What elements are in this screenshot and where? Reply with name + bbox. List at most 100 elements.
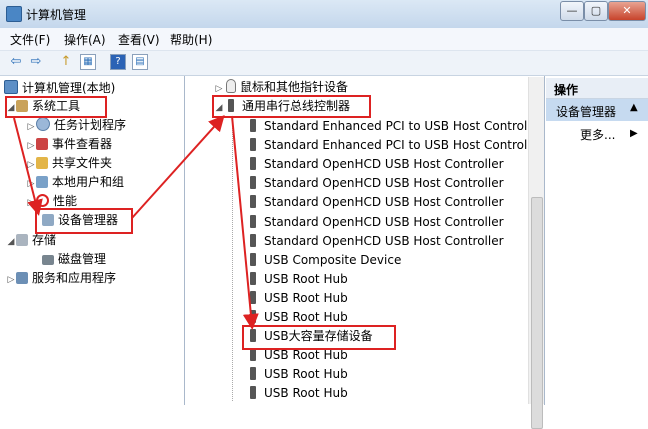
device-item-usb[interactable]: Standard Enhanced PCI to USB Host Contro… [246, 117, 543, 136]
minimize-button[interactable]: — [560, 1, 584, 21]
actions-section-device-manager[interactable]: 设备管理器 ▲ [546, 99, 648, 121]
usb-device-icon [250, 214, 256, 228]
device-item-usb[interactable]: Standard OpenHCD USB Host Controller [246, 193, 504, 212]
device-label: Standard OpenHCD USB Host Controller [264, 233, 504, 248]
disk-icon [42, 255, 54, 265]
device-label: USB Root Hub [264, 271, 348, 286]
tree-label: 服务和应用程序 [32, 271, 117, 285]
usb-device-icon [250, 138, 256, 152]
actions-header: 操作 [546, 78, 648, 99]
usb-device-icon [250, 176, 256, 190]
action-pane-icon[interactable]: ▤ [132, 54, 148, 70]
actions-pane: 操作 设备管理器 ▲ 更多... ▶ [546, 76, 648, 405]
collapse-up-icon[interactable]: ▲ [630, 102, 638, 113]
device-label: USB Root Hub [264, 348, 348, 363]
tree-label: 本地用户和组 [52, 175, 125, 189]
menu-file[interactable]: 文件(F) [10, 31, 50, 48]
tree-label: 计算机管理(本地) [22, 81, 116, 95]
action-more[interactable]: 更多... [580, 126, 615, 143]
tree-item-local-users[interactable]: ▷ 本地用户和组 [26, 173, 124, 192]
device-item-usb[interactable]: Standard OpenHCD USB Host Controller [246, 232, 504, 251]
tree-label: 任务计划程序 [54, 118, 127, 132]
tree-label: 共享文件夹 [52, 156, 113, 170]
device-label: Standard OpenHCD USB Host Controller [264, 214, 504, 229]
tree-label: 存储 [32, 233, 57, 247]
help-icon[interactable]: ? [110, 54, 126, 70]
users-icon [36, 176, 48, 188]
device-item-usb[interactable]: Standard OpenHCD USB Host Controller [246, 174, 504, 193]
event-viewer-icon [36, 138, 48, 150]
expand-arrow-icon[interactable]: ▷ [6, 271, 16, 290]
usb-device-icon [250, 310, 256, 323]
title-bar: 计算机管理 — ▢ ✕ [0, 0, 648, 28]
tree-connector-line [232, 116, 233, 401]
device-label: Standard OpenHCD USB Host Controller [264, 195, 504, 210]
menu-help[interactable]: 帮助(H) [170, 31, 212, 48]
actions-title: 操作 [554, 83, 579, 97]
device-item-usb[interactable]: USB Root Hub [246, 365, 348, 384]
usb-device-icon [250, 348, 256, 362]
device-label: Standard OpenHCD USB Host Controller [264, 157, 504, 172]
device-label: USB Root Hub [264, 367, 348, 382]
submenu-arrow-icon[interactable]: ▶ [630, 128, 638, 139]
usb-device-icon [250, 367, 256, 381]
device-item-usb[interactable]: Standard OpenHCD USB Host Controller [246, 155, 504, 174]
scrollbar-thumb[interactable] [531, 197, 543, 429]
usb-device-icon [250, 386, 256, 400]
tree-label: 磁盘管理 [58, 252, 107, 266]
usb-device-icon [250, 157, 256, 171]
menu-bar: 文件(F) 操作(A) 查看(V) 帮助(H) [0, 28, 648, 51]
tree-item-services-apps[interactable]: ▷ 服务和应用程序 [6, 269, 116, 288]
device-item-usb[interactable]: USB Composite Device [246, 251, 401, 270]
tree-label: 性能 [53, 194, 78, 208]
forward-icon[interactable]: ⇨ [28, 54, 44, 70]
up-folder-icon[interactable]: ↑ [58, 54, 74, 70]
device-label: USB Root Hub [264, 290, 348, 305]
device-label: USB Root Hub [264, 310, 348, 324]
computer-icon [4, 80, 18, 94]
device-label: Standard Enhanced PCI to USB Host Contro… [264, 119, 544, 133]
usb-device-icon [250, 119, 256, 132]
usb-device-icon [250, 252, 256, 266]
action-more-label: 更多... [580, 128, 616, 142]
tree-item-event-viewer[interactable]: ▷ 事件查看器 [26, 135, 112, 154]
back-icon[interactable]: ⇦ [8, 54, 24, 70]
menu-view[interactable]: 查看(V) [118, 31, 160, 48]
highlight-usb-controllers [212, 95, 371, 118]
tree-item-shared-folders[interactable]: ▷ 共享文件夹 [26, 154, 112, 173]
device-item-usb[interactable]: USB Root Hub [246, 289, 348, 308]
tree-item-task-scheduler[interactable]: ▷ 任务计划程序 [26, 116, 126, 135]
vertical-scrollbar[interactable] [528, 77, 544, 429]
usb-device-icon [250, 195, 256, 209]
tree-item-disk-management[interactable]: 磁盘管理 [42, 250, 106, 269]
device-label: Standard OpenHCD USB Host Controller [264, 176, 504, 191]
services-icon [16, 272, 28, 284]
collapse-arrow-icon[interactable]: ◢ [6, 233, 16, 252]
highlight-system-tools [5, 96, 107, 118]
device-item-usb[interactable]: Standard Enhanced PCI to USB Host Contro… [246, 136, 543, 155]
highlight-device-manager [35, 208, 133, 234]
usb-device-icon [250, 271, 256, 285]
device-tree: ▷ 鼠标和其他指针设备 ◢ 通用串行总线控制器 Standard Enhanced … [186, 76, 545, 405]
device-label: USB Root Hub [264, 386, 348, 401]
device-label: USB Composite Device [264, 252, 402, 267]
storage-icon [16, 234, 28, 246]
usb-device-icon [250, 233, 256, 247]
mouse-icon [226, 79, 236, 93]
device-item-usb[interactable]: USB Root Hub [246, 270, 348, 289]
show-hide-tree-icon[interactable]: ▦ [80, 54, 96, 70]
usb-device-icon [250, 290, 256, 304]
clock-icon [36, 117, 50, 131]
window-title: 计算机管理 [26, 8, 87, 22]
device-item-usb[interactable]: USB Root Hub [246, 384, 348, 403]
menu-action[interactable]: 操作(A) [64, 31, 106, 48]
toolbar: ⇦ ⇨ ↑ ▦ ? ▤ [0, 51, 648, 76]
tree-label: 事件查看器 [52, 137, 113, 151]
maximize-button[interactable]: ▢ [584, 1, 608, 21]
highlight-usb-mass-storage [242, 325, 396, 350]
close-button[interactable]: ✕ [608, 1, 646, 21]
shared-folder-icon [36, 157, 48, 169]
device-item-usb[interactable]: Standard OpenHCD USB Host Controller [246, 213, 504, 232]
category-label: 鼠标和其他指针设备 [240, 80, 349, 94]
section-label: 设备管理器 [556, 105, 617, 119]
